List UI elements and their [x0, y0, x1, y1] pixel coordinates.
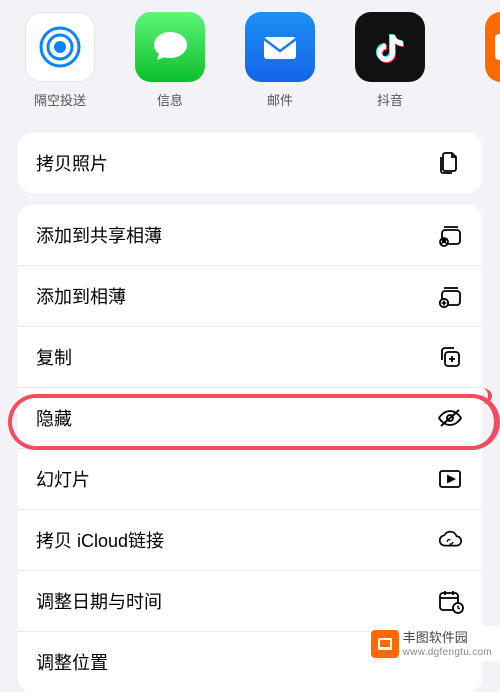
airdrop-icon — [25, 12, 95, 82]
app-label: 隔空投送 — [34, 90, 86, 109]
share-target-partial[interactable] — [464, 12, 500, 109]
douyin-icon — [355, 12, 425, 82]
messages-icon — [135, 12, 205, 82]
share-target-messages[interactable]: 信息 — [134, 12, 206, 109]
action-hide[interactable]: 隐藏 — [18, 387, 482, 448]
action-label: 添加到相薄 — [36, 283, 126, 309]
mail-icon — [245, 12, 315, 82]
action-label: 拷贝 iCloud链接 — [36, 527, 164, 553]
eye-slash-icon — [436, 404, 464, 432]
app-label: 信息 — [157, 90, 183, 109]
share-target-douyin[interactable]: 抖音 — [354, 12, 426, 109]
action-add-shared-album[interactable]: 添加到共享相薄 — [18, 205, 482, 265]
duplicate-icon — [436, 343, 464, 371]
action-copy-photo[interactable]: 拷贝照片 — [18, 133, 482, 193]
play-rect-icon — [436, 465, 464, 493]
action-slideshow[interactable]: 幻灯片 — [18, 448, 482, 509]
shared-album-icon — [436, 221, 464, 249]
documents-icon — [436, 149, 464, 177]
cloud-link-icon — [436, 526, 464, 554]
action-label: 拷贝照片 — [36, 150, 108, 176]
action-label: 调整位置 — [36, 649, 108, 675]
watermark: 丰图软件园 www.dgfengtu.com — [367, 626, 500, 661]
app-label: 邮件 — [267, 90, 293, 109]
action-label: 添加到共享相薄 — [36, 222, 162, 248]
action-duplicate[interactable]: 复制 — [18, 326, 482, 387]
action-label: 调整日期与时间 — [36, 588, 162, 614]
partial-app-icon — [485, 12, 500, 82]
action-adjust-datetime[interactable]: 调整日期与时间 — [18, 570, 482, 631]
share-target-airdrop[interactable]: 隔空投送 — [24, 12, 96, 109]
actions-list: 拷贝照片 添加到共享相薄 添加到相薄 — [0, 133, 500, 692]
action-label: 复制 — [36, 344, 72, 370]
app-label: 抖音 — [377, 90, 403, 109]
watermark-logo-icon — [371, 630, 399, 658]
calendar-clock-icon — [436, 587, 464, 615]
action-icloud-link[interactable]: 拷贝 iCloud链接 — [18, 509, 482, 570]
share-target-mail[interactable]: 邮件 — [244, 12, 316, 109]
action-label: 隐藏 — [36, 405, 72, 431]
add-album-icon — [436, 282, 464, 310]
watermark-url: www.dgfengtu.com — [403, 647, 492, 660]
share-target-row: 隔空投送 信息 邮件 抖音 — [0, 0, 500, 109]
action-add-album[interactable]: 添加到相薄 — [18, 265, 482, 326]
action-label: 幻灯片 — [36, 466, 90, 492]
watermark-title: 丰图软件园 — [403, 630, 492, 646]
